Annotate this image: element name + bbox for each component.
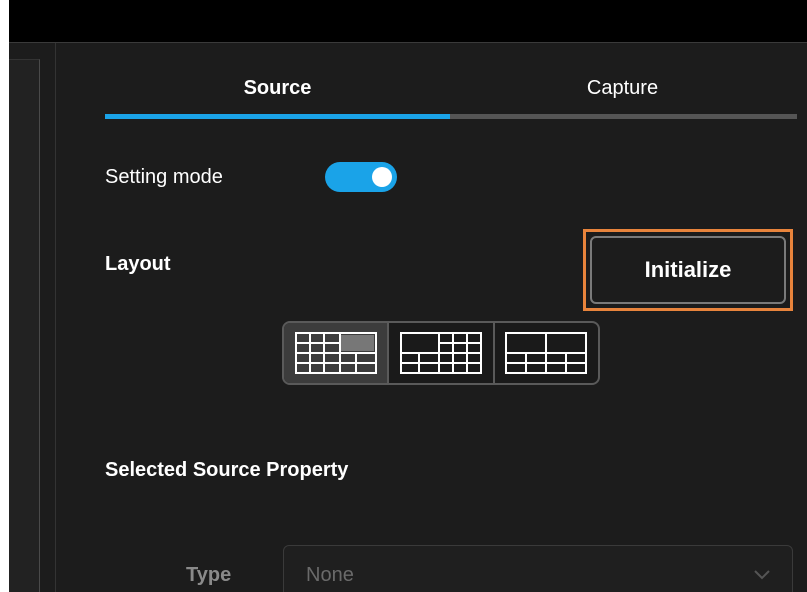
setting-mode-toggle[interactable] [325, 162, 397, 192]
layout-option-1[interactable] [284, 323, 388, 383]
type-value: None [306, 564, 354, 586]
properties-panel: Source Capture Setting mode Layout Initi… [56, 43, 807, 592]
type-select[interactable]: None [283, 545, 793, 592]
selected-source-heading: Selected Source Property [105, 459, 349, 481]
layout-option-3[interactable] [492, 323, 598, 383]
setting-mode-label: Setting mode [105, 166, 223, 188]
left-panel [9, 43, 56, 592]
layout-label: Layout [105, 253, 171, 275]
chevron-down-icon [754, 570, 770, 580]
app-window: Source Capture Setting mode Layout Initi… [9, 0, 807, 592]
left-panel-inner [9, 59, 40, 592]
layout-selector [282, 321, 600, 385]
title-bar [9, 0, 807, 43]
tab-capture[interactable]: Capture [450, 77, 795, 99]
tab-source[interactable]: Source [105, 77, 450, 99]
tab-active-indicator [105, 114, 450, 119]
toggle-knob [372, 167, 392, 187]
initialize-button[interactable]: Initialize [590, 236, 786, 304]
layout-option-2[interactable] [387, 323, 492, 383]
grid-layout-icon [505, 332, 588, 374]
grid-layout-icon [399, 332, 482, 374]
grid-layout-icon [294, 332, 377, 374]
type-label: Type [186, 564, 232, 586]
